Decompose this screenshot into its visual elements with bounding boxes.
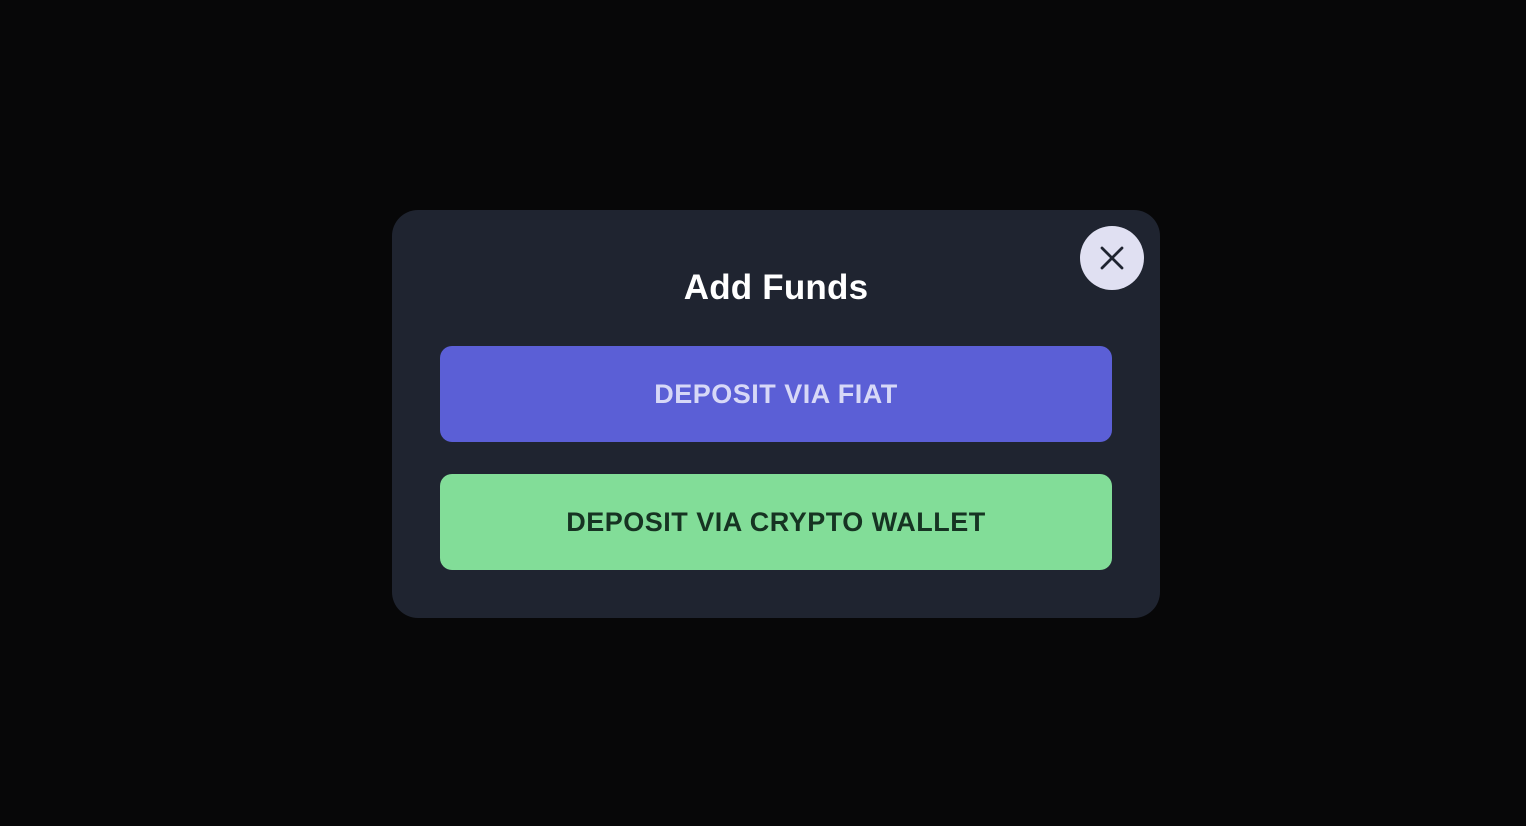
deposit-via-fiat-button[interactable]: DEPOSIT VIA FIAT bbox=[440, 346, 1112, 442]
add-funds-modal: Add Funds DEPOSIT VIA FIAT DEPOSIT VIA C… bbox=[392, 210, 1160, 618]
deposit-via-crypto-wallet-button[interactable]: DEPOSIT VIA CRYPTO WALLET bbox=[440, 474, 1112, 570]
deposit-via-crypto-wallet-label: DEPOSIT VIA CRYPTO WALLET bbox=[566, 506, 986, 537]
modal-title: Add Funds bbox=[683, 268, 869, 307]
deposit-via-fiat-label: DEPOSIT VIA FIAT bbox=[654, 378, 898, 409]
